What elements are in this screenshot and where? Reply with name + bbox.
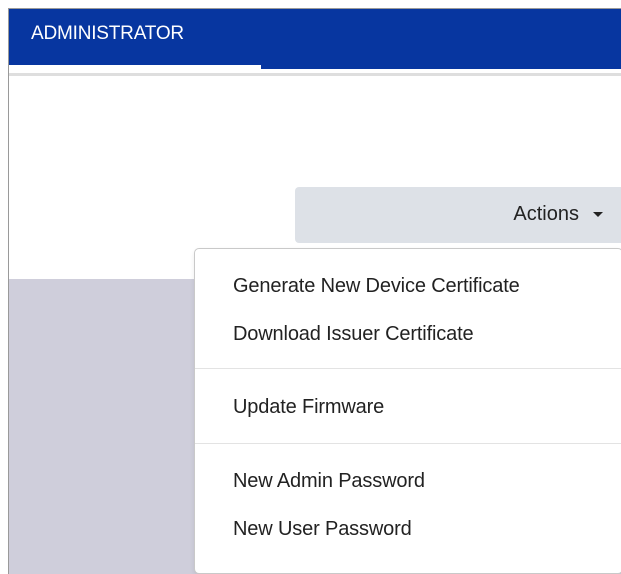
tab-administrator[interactable]: ADMINISTRATOR: [9, 9, 261, 69]
menu-divider: [195, 368, 621, 369]
header-divider: [9, 73, 621, 76]
caret-down-icon: [593, 212, 603, 217]
actions-dropdown-button[interactable]: Actions: [295, 187, 621, 243]
actions-dropdown-menu: Generate New Device Certificate Download…: [194, 248, 621, 574]
menu-item-generate-new-device-certificate[interactable]: Generate New Device Certificate: [233, 266, 520, 306]
menu-item-new-admin-password[interactable]: New Admin Password: [233, 461, 425, 501]
menu-item-update-firmware[interactable]: Update Firmware: [233, 387, 384, 427]
menu-item-download-issuer-certificate[interactable]: Download Issuer Certificate: [233, 314, 474, 354]
menu-item-new-user-password[interactable]: New User Password: [233, 509, 412, 549]
tab-administrator-label: ADMINISTRATOR: [31, 23, 184, 44]
actions-button-label: Actions: [513, 203, 579, 225]
top-navigation-bar: ADMINISTRATOR: [9, 9, 621, 69]
menu-divider: [195, 443, 621, 444]
app-frame: ADMINISTRATOR Actions Generate New Devic…: [8, 8, 621, 574]
active-tab-indicator: [9, 65, 261, 69]
